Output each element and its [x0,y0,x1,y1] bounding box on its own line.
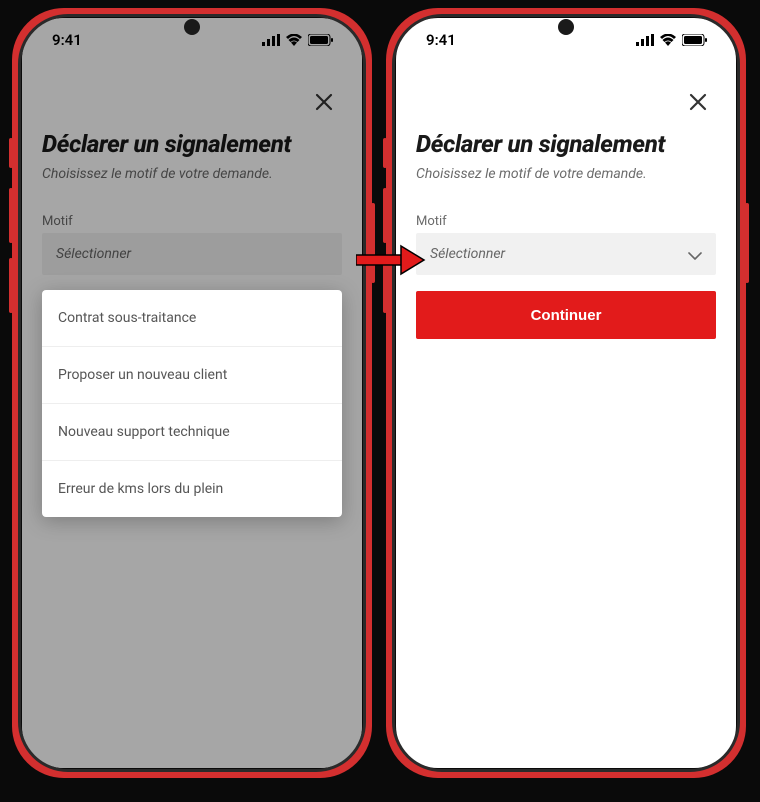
status-time: 9:41 [52,31,82,49]
page-title: Déclarer un signalement [416,130,716,158]
page-title: Déclarer un signalement [42,130,342,158]
wifi-icon [286,34,302,46]
status-time: 9:41 [426,31,456,49]
motif-select[interactable]: Sélectionner [42,233,342,275]
battery-icon [682,34,708,46]
close-icon [689,93,707,111]
chevron-down-icon [688,245,702,264]
motif-dropdown: Contrat sous-traitance Proposer un nouve… [42,290,342,517]
page-subtitle: Choisissez le motif de votre demande. [416,166,716,182]
close-icon [315,93,333,111]
battery-icon [308,34,334,46]
page-subtitle: Choisissez le motif de votre demande. [42,166,342,182]
status-icons [262,34,334,46]
dropdown-option[interactable]: Proposer un nouveau client [42,347,342,404]
phone-left: 9:41 Déclarer un signalement Choisissez … [12,8,372,778]
field-label-motif: Motif [416,214,716,229]
signal-icon [636,34,654,46]
transition-arrow [356,244,426,276]
field-label-motif: Motif [42,214,342,229]
motif-select[interactable]: Sélectionner [416,233,716,275]
dropdown-option[interactable]: Nouveau support technique [42,404,342,461]
select-placeholder: Sélectionner [56,246,131,262]
close-button[interactable] [684,88,712,116]
dropdown-option[interactable]: Contrat sous-traitance [42,290,342,347]
dropdown-option[interactable]: Erreur de kms lors du plein [42,461,342,517]
phone-right: 9:41 Déclarer un signalement Choisissez … [386,8,746,778]
signal-icon [262,34,280,46]
status-icons [636,34,708,46]
continue-button[interactable]: Continuer [416,291,716,339]
close-button[interactable] [310,88,338,116]
wifi-icon [660,34,676,46]
select-placeholder: Sélectionner [430,246,505,262]
